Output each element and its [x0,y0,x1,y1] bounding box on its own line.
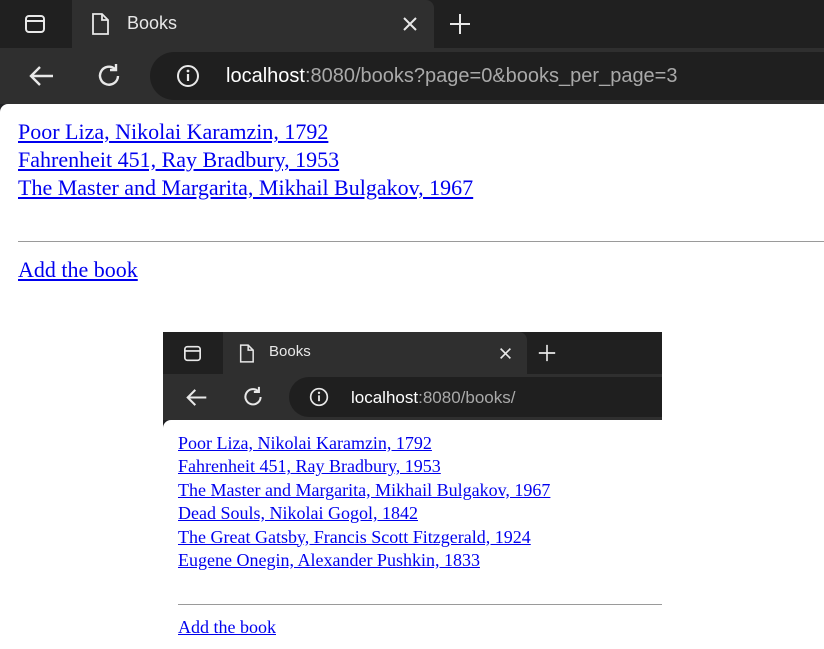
site-info-icon[interactable] [176,64,200,88]
address-bar[interactable]: localhost:8080/books?page=0&books_per_pa… [150,52,824,100]
back-icon[interactable] [28,62,56,90]
url-text: localhost:8080/books/ [351,388,515,408]
tab-strip: Books [163,332,662,374]
book-link[interactable]: Poor Liza, Nikolai Karamzin, 1792 [178,432,550,455]
sidebar-toggle-icon[interactable] [22,12,48,36]
page-icon [235,342,257,364]
url-path: :8080/books?page=0&books_per_page=3 [304,65,678,87]
back-icon[interactable] [185,385,209,409]
close-tab-icon[interactable] [494,342,516,364]
tab-books[interactable]: Books [72,0,434,48]
browser-window-all-books: Books localhost:8080/books/ Poor Liza, N… [163,332,662,649]
book-link[interactable]: Fahrenheit 451, Ray Bradbury, 1953 [18,146,473,174]
page-content: Poor Liza, Nikolai Karamzin, 1792 Fahren… [163,420,662,649]
tab-strip: Books [0,0,824,48]
site-info-icon[interactable] [309,387,329,407]
sidebar-toggle-icon[interactable] [181,342,203,364]
book-link[interactable]: The Master and Margarita, Mikhail Bulgak… [178,479,550,502]
book-link[interactable]: Fahrenheit 451, Ray Bradbury, 1953 [178,455,550,478]
page-content: Poor Liza, Nikolai Karamzin, 1792 Fahren… [0,104,824,332]
url-host: localhost [351,388,419,407]
tab-title: Books [269,343,311,360]
url-path: :8080/books/ [418,388,516,407]
tab-books[interactable]: Books [223,332,527,374]
page-icon [88,12,112,36]
address-bar[interactable]: localhost:8080/books/ [289,377,662,417]
browser-window-paginated: Books localhost:8080/books?page=0&books_… [0,0,824,332]
add-book-link[interactable]: Add the book [178,616,276,639]
add-book-link[interactable]: Add the book [18,256,138,284]
new-tab-icon[interactable] [535,341,559,365]
reload-icon[interactable] [95,62,123,90]
book-list: Poor Liza, Nikolai Karamzin, 1792 Fahren… [18,118,473,202]
book-link[interactable]: Eugene Onegin, Alexander Pushkin, 1833 [178,549,550,572]
browser-toolbar: localhost:8080/books?page=0&books_per_pa… [0,48,824,104]
tab-title: Books [127,13,178,33]
book-link[interactable]: Poor Liza, Nikolai Karamzin, 1792 [18,118,473,146]
book-link[interactable]: The Master and Margarita, Mikhail Bulgak… [18,174,473,202]
reload-icon[interactable] [241,385,265,409]
book-link[interactable]: Dead Souls, Nikolai Gogol, 1842 [178,502,550,525]
book-list: Poor Liza, Nikolai Karamzin, 1792 Fahren… [178,432,550,572]
divider [178,604,662,605]
url-host: localhost [226,65,305,87]
url-text: localhost:8080/books?page=0&books_per_pa… [226,65,678,88]
divider [18,241,824,242]
close-tab-icon[interactable] [398,12,422,36]
new-tab-icon[interactable] [446,10,474,38]
book-link[interactable]: The Great Gatsby, Francis Scott Fitzgera… [178,526,550,549]
browser-toolbar: localhost:8080/books/ [163,374,662,420]
